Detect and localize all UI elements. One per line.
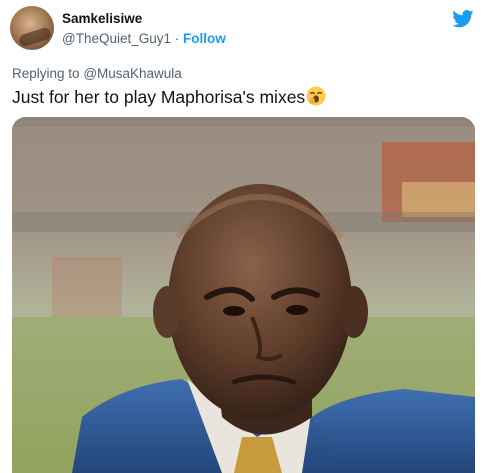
avatar[interactable] — [10, 6, 54, 50]
replying-to-handle[interactable]: @MusaKhawula — [83, 66, 182, 81]
replying-to-label: Replying to — [12, 66, 80, 81]
media-image — [12, 117, 475, 473]
twitter-bird-icon[interactable] — [452, 10, 474, 28]
tweet-text: Just for her to play Maphorisa's mixes — [12, 87, 306, 107]
follow-button[interactable]: Follow — [183, 31, 226, 46]
replying-to-row: Replying to @MusaKhawula — [12, 66, 182, 81]
yawning-face-emoji-icon — [306, 86, 326, 106]
author-display-name[interactable]: Samkelisiwe — [62, 11, 142, 26]
author-handle[interactable]: @TheQuiet_Guy1 — [62, 31, 171, 46]
separator-dot: · — [174, 31, 180, 46]
tweet-text-row: Just for her to play Maphorisa's mixes — [12, 86, 326, 108]
author-handle-row: @TheQuiet_Guy1 · Follow — [62, 31, 226, 46]
tweet-media-photo[interactable] — [12, 117, 475, 473]
